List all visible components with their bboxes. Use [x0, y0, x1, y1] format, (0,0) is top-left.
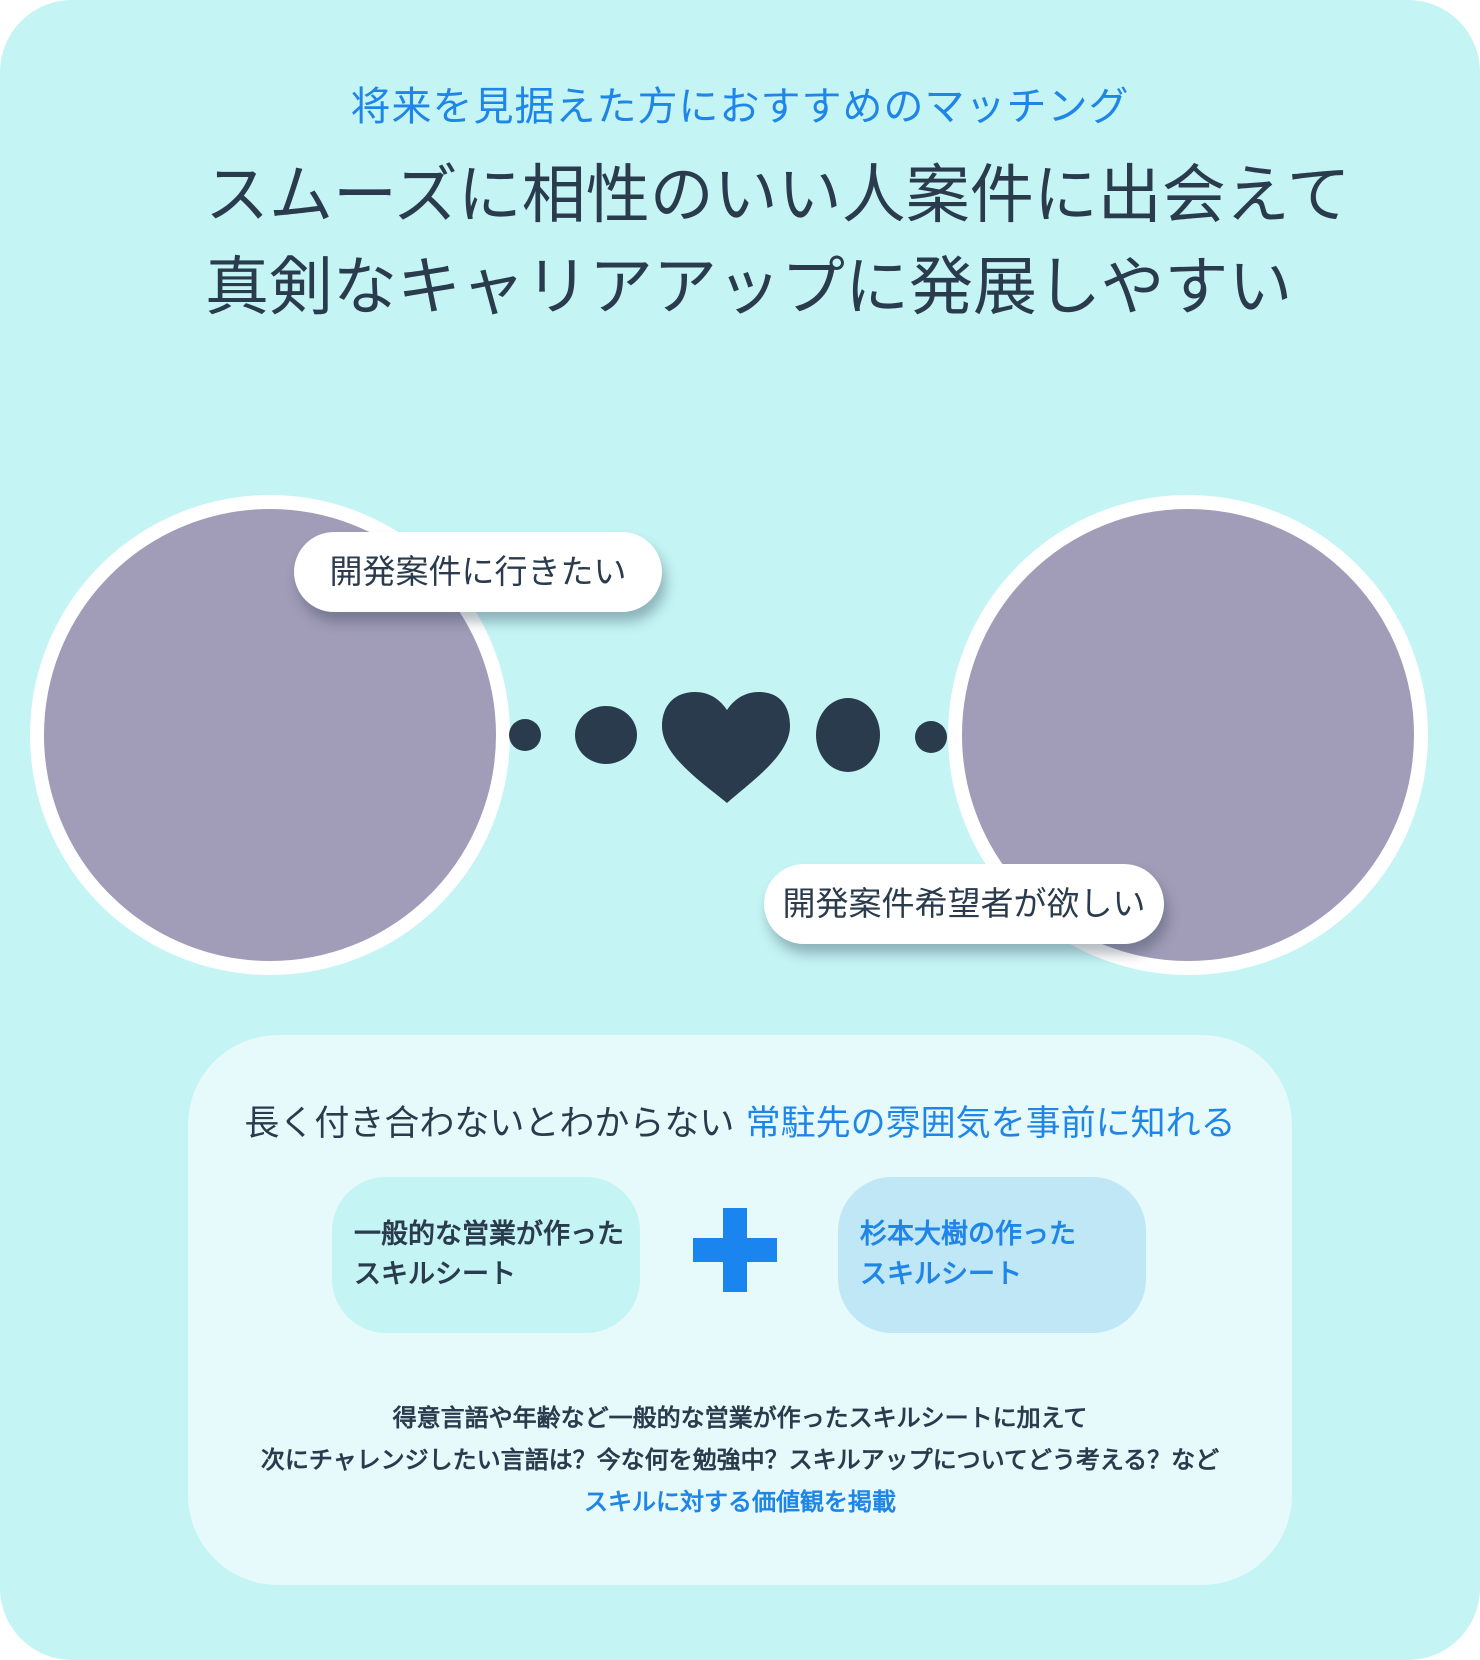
connector-dot-large-left: [575, 706, 637, 764]
desc-highlight: スキルに対する価値観を掲載: [584, 1488, 896, 1516]
sugimoto-sheet-line-2: スキルシート: [860, 1259, 1022, 1290]
connector-dot-small-left: [509, 719, 541, 751]
job-seeker-speech-bubble: 開発案件に行きたい: [294, 532, 662, 612]
connector-dot-large-right: [816, 698, 880, 772]
general-skill-sheet-card: 一般的な営業が作った スキルシート: [332, 1177, 640, 1333]
desc-line-1: 得意言語や年齢など一般的な営業が作ったスキルシートに加えて: [392, 1404, 1088, 1432]
panel-lead: 長く付き合わないとわからない 常駐先の雰囲気を事前に知れる: [188, 1095, 1292, 1146]
skill-sheet-description: 得意言語や年齢など一般的な営業が作ったスキルシートに加えて 次にチャレンジしたい…: [188, 1397, 1292, 1523]
panel-lead-highlight: 常駐先の雰囲気を事前に知れる: [745, 1104, 1236, 1144]
plus-icon: [693, 1208, 777, 1292]
panel-lead-text: 長く付き合わないとわからない: [244, 1104, 746, 1144]
general-sheet-line-2: スキルシート: [354, 1259, 516, 1290]
general-sheet-line-1: 一般的な営業が作った: [354, 1219, 624, 1250]
sugimoto-skill-sheet-card: 杉本大樹の作った スキルシート: [838, 1177, 1146, 1333]
skill-sheet-panel: 長く付き合わないとわからない 常駐先の雰囲気を事前に知れる 一般的な営業が作った…: [188, 1035, 1292, 1585]
desc-line-2: 次にチャレンジしたい言語は？今な何を勉強中？スキルアップについてどう考える？など: [260, 1446, 1220, 1474]
company-speech-bubble: 開発案件希望者が欲しい: [764, 864, 1164, 944]
matching-card: 将来を見据えた方におすすめのマッチング スムーズに相性のいい人案件に出会えて 真…: [0, 0, 1480, 1660]
connector-dot-small-right: [915, 721, 947, 753]
sugimoto-sheet-line-1: 杉本大樹の作った: [860, 1219, 1076, 1250]
heart-icon: [662, 692, 790, 803]
